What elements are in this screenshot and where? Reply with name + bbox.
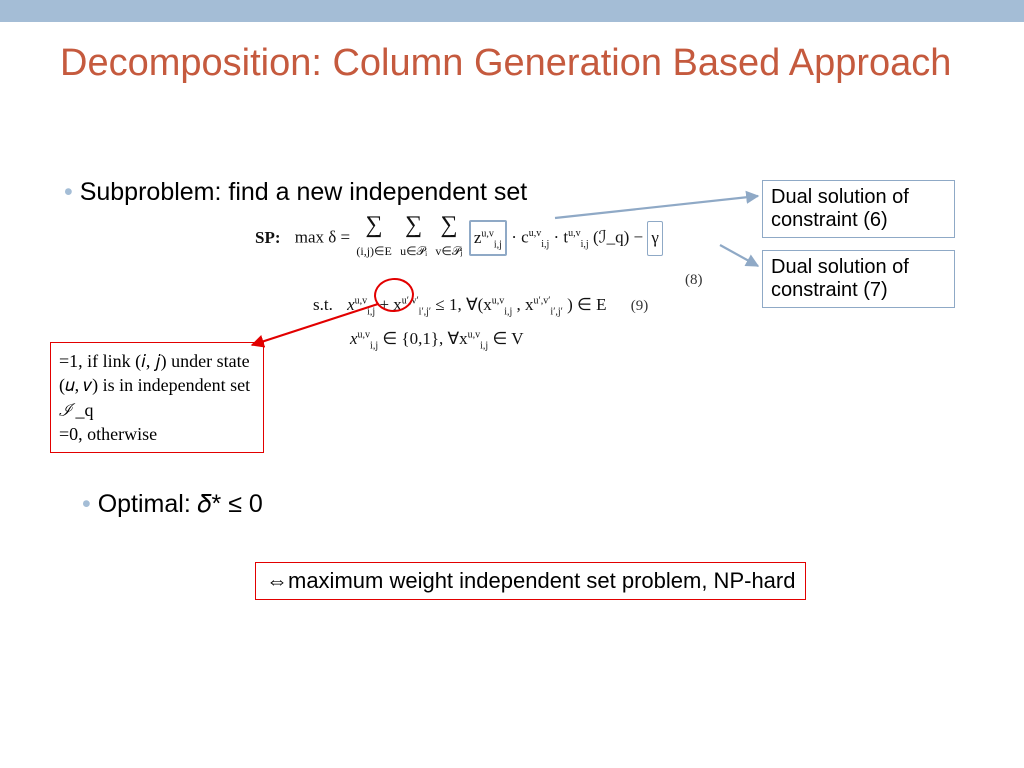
sp-constraint-2: xu,vi,j ∈ {0,1}, ∀xu,vi,j ∈ V [350, 323, 703, 355]
slide-title: Decomposition: Column Generation Based A… [60, 40, 1024, 88]
top-accent-bar [0, 0, 1024, 22]
sum-over-u: ∑u∈𝒫ᵢ [400, 215, 427, 263]
sp-formulation: SP: max δ = ∑(i,j)∈E ∑u∈𝒫ᵢ ∑v∈𝒫ⱼ zu,vi,j… [255, 215, 703, 356]
equation-number-8: (8) [685, 266, 703, 295]
arrow-dual-7 [720, 245, 758, 266]
gamma-boxed: γ [647, 221, 663, 256]
sum-over-v: ∑v∈𝒫ⱼ [435, 215, 462, 263]
sp-constraint-1: s.t. xu,vi,j + xu′,v′i′,j′ ≤ 1, ∀(xu,vi,… [313, 289, 703, 321]
z-variable-boxed: zu,vi,j [469, 220, 507, 256]
sp-label: SP: [255, 228, 281, 247]
bullet-subproblem: Subproblem: find a new independent set [64, 178, 527, 207]
callout-dual-6: Dual solution of constraint (6) [762, 180, 955, 238]
sum-over-edges: ∑(i,j)∈E [356, 215, 391, 263]
callout-dual-7: Dual solution of constraint (7) [762, 250, 955, 308]
bullet-optimal: Optimal: 𝛿* ≤ 0 [82, 490, 263, 519]
equation-number-9: (9) [631, 292, 649, 321]
sp-max-delta: max δ = [295, 228, 350, 247]
callout-x-definition: =1, if link (𝑖, 𝑗) under state (𝑢, 𝑣) is… [50, 342, 264, 453]
callout-np-hard: ⇔maximum weight independent set problem,… [255, 562, 806, 600]
sp-objective: SP: max δ = ∑(i,j)∈E ∑u∈𝒫ᵢ ∑v∈𝒫ⱼ zu,vi,j… [255, 215, 703, 263]
